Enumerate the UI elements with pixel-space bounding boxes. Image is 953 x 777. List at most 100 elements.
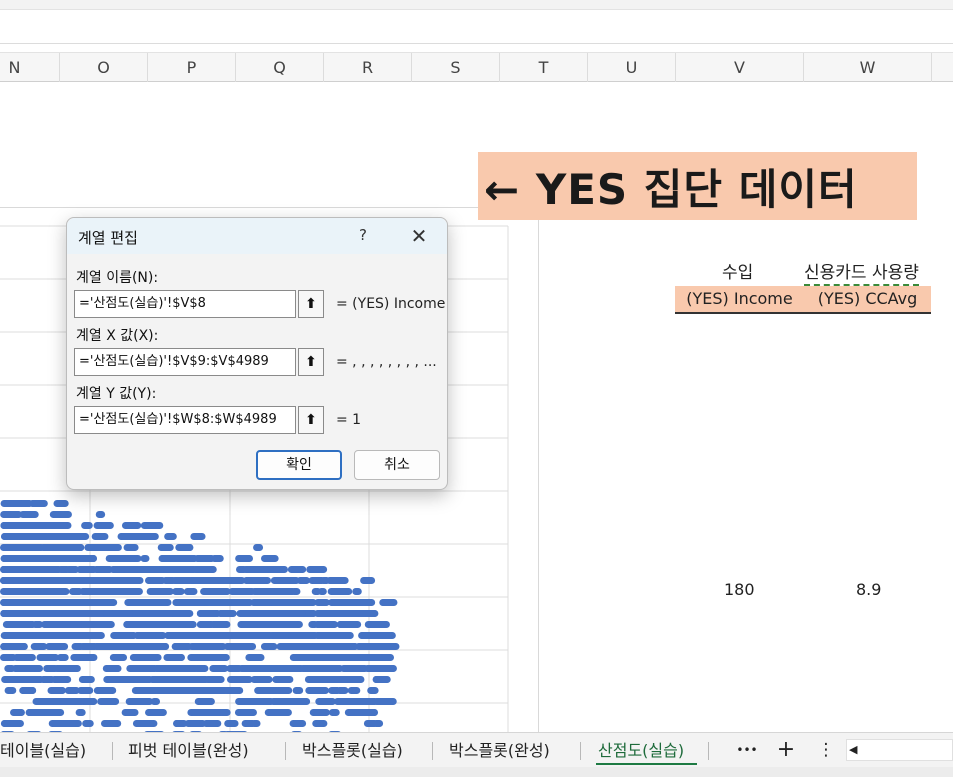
horizontal-scrollbar[interactable]: ◀ <box>846 739 953 761</box>
column-header-w[interactable]: W <box>804 53 932 82</box>
dialog-titlebar[interactable]: 계열 편집 ? ✕ <box>67 218 447 254</box>
scatter-point <box>217 632 232 639</box>
sheet-tab-pivot-complete[interactable]: 피벗 테이블(완성) <box>128 737 249 765</box>
scatter-point <box>5 588 28 595</box>
scatter-point <box>247 665 271 672</box>
scatter-point <box>313 621 325 628</box>
scatter-point <box>69 588 84 595</box>
scatter-point <box>106 643 124 650</box>
edit-series-dialog: 계열 편집 ? ✕ 계열 이름(N): ='산점도(실습)'!$V$8 ⬆ = … <box>66 217 448 490</box>
cancel-button[interactable]: 취소 <box>354 450 440 480</box>
sheet-options-icon[interactable]: ⋮ <box>814 736 838 764</box>
scatter-point <box>328 709 340 716</box>
scatter-point <box>110 632 130 639</box>
column-header-t[interactable]: T <box>500 53 588 82</box>
column-header-v[interactable]: V <box>676 53 804 82</box>
scatter-point <box>49 511 61 518</box>
series-x-result: = , , , , , , , , ... <box>336 354 437 370</box>
scatter-point <box>250 720 261 727</box>
scatter-point <box>162 687 184 694</box>
scatter-point <box>102 610 115 617</box>
column-header-q[interactable]: Q <box>236 53 324 82</box>
scatter-point <box>286 643 307 650</box>
column-header-row: N O P Q R S T U V W <box>0 52 953 82</box>
scatter-point <box>311 588 322 595</box>
scroll-left-icon[interactable]: ◀ <box>849 740 857 760</box>
close-icon[interactable]: ✕ <box>406 224 432 248</box>
column-header-s[interactable]: S <box>412 53 500 82</box>
scatter-point <box>196 709 217 716</box>
scatter-point <box>292 687 304 694</box>
scatter-point <box>231 577 246 584</box>
scatter-point <box>243 566 266 573</box>
scatter-point <box>99 566 114 573</box>
add-sheet-icon[interactable]: + <box>772 736 800 764</box>
help-button[interactable]: ? <box>353 224 373 246</box>
scatter-point <box>269 621 291 628</box>
column-header-o[interactable]: O <box>60 53 148 82</box>
series-label-income[interactable]: (YES) Income <box>675 286 804 312</box>
scatter-point <box>65 566 80 573</box>
scatter-point <box>283 610 303 617</box>
scatter-point <box>19 511 39 518</box>
column-header-p[interactable]: P <box>148 53 236 82</box>
column-header-u[interactable]: U <box>588 53 676 82</box>
income-value-cell[interactable]: 180 <box>724 580 755 599</box>
scatter-point <box>109 654 128 661</box>
series-name-field[interactable]: ='산점도(실습)'!$V$8 <box>74 290 296 318</box>
scatter-point <box>35 566 50 573</box>
scatter-point <box>111 610 134 617</box>
series-x-field[interactable]: ='산점도(실습)'!$V$9:$V$4989 <box>74 348 296 376</box>
series-y-result: = 1 <box>336 412 362 428</box>
scatter-point <box>372 676 391 683</box>
series-y-collapse-icon[interactable]: ⬆ <box>298 406 324 434</box>
scatter-point <box>1 720 24 727</box>
scatter-point <box>95 511 106 518</box>
income-header[interactable]: 수입 <box>722 258 753 283</box>
scatter-point <box>314 687 324 694</box>
scatter-point <box>109 555 128 562</box>
scatter-point <box>65 665 75 672</box>
scatter-point <box>47 687 66 694</box>
scatter-point <box>46 709 65 716</box>
scatter-point <box>348 654 359 661</box>
column-header-r[interactable]: R <box>324 53 412 82</box>
scatter-point <box>171 643 192 650</box>
scatter-point <box>4 687 17 694</box>
ccavg-value-cell[interactable]: 8.9 <box>856 580 881 599</box>
scatter-point <box>277 687 293 694</box>
scatter-point <box>321 676 336 683</box>
scatter-point <box>179 610 191 617</box>
scatter-point <box>255 588 271 595</box>
series-name-collapse-icon[interactable]: ⬆ <box>298 290 324 318</box>
series-y-field[interactable]: ='산점도(실습)'!$W$8:$W$4989 <box>74 406 296 434</box>
scatter-point <box>234 709 257 716</box>
scatter-point <box>327 588 340 595</box>
scatter-point <box>93 522 114 529</box>
sheet-tab-boxplot-practice[interactable]: 박스플롯(실습) <box>302 737 403 765</box>
scatter-point <box>306 566 328 573</box>
scatter-point <box>11 566 29 573</box>
scatter-point <box>281 577 300 584</box>
scatter-point <box>224 720 239 727</box>
sheet-tab-scatter-practice[interactable]: 산점도(실습) <box>598 737 684 765</box>
scatter-point <box>199 566 217 573</box>
scatter-point <box>168 676 190 683</box>
scatter-point <box>42 599 55 606</box>
scatter-point <box>38 610 51 617</box>
scatter-point <box>140 522 164 529</box>
series-x-collapse-icon[interactable]: ⬆ <box>298 348 324 376</box>
scatter-point <box>261 676 273 683</box>
ok-button[interactable]: 확인 <box>256 450 342 480</box>
scatter-point <box>44 533 57 540</box>
series-label-ccavg[interactable]: (YES) CCAvg <box>804 286 931 312</box>
scatter-point <box>56 544 76 551</box>
more-sheets-icon[interactable]: ••• <box>732 736 762 764</box>
card-usage-header[interactable]: 신용카드 사용량 <box>804 258 919 286</box>
scatter-point <box>133 577 144 584</box>
sheet-tab-boxplot-complete[interactable]: 박스플롯(완성) <box>449 737 550 765</box>
scatter-point <box>92 577 107 584</box>
column-header-n[interactable]: N <box>0 53 60 82</box>
formula-bar[interactable] <box>0 10 953 44</box>
sheet-tab-table-practice[interactable]: 테이블(실습) <box>0 737 86 765</box>
